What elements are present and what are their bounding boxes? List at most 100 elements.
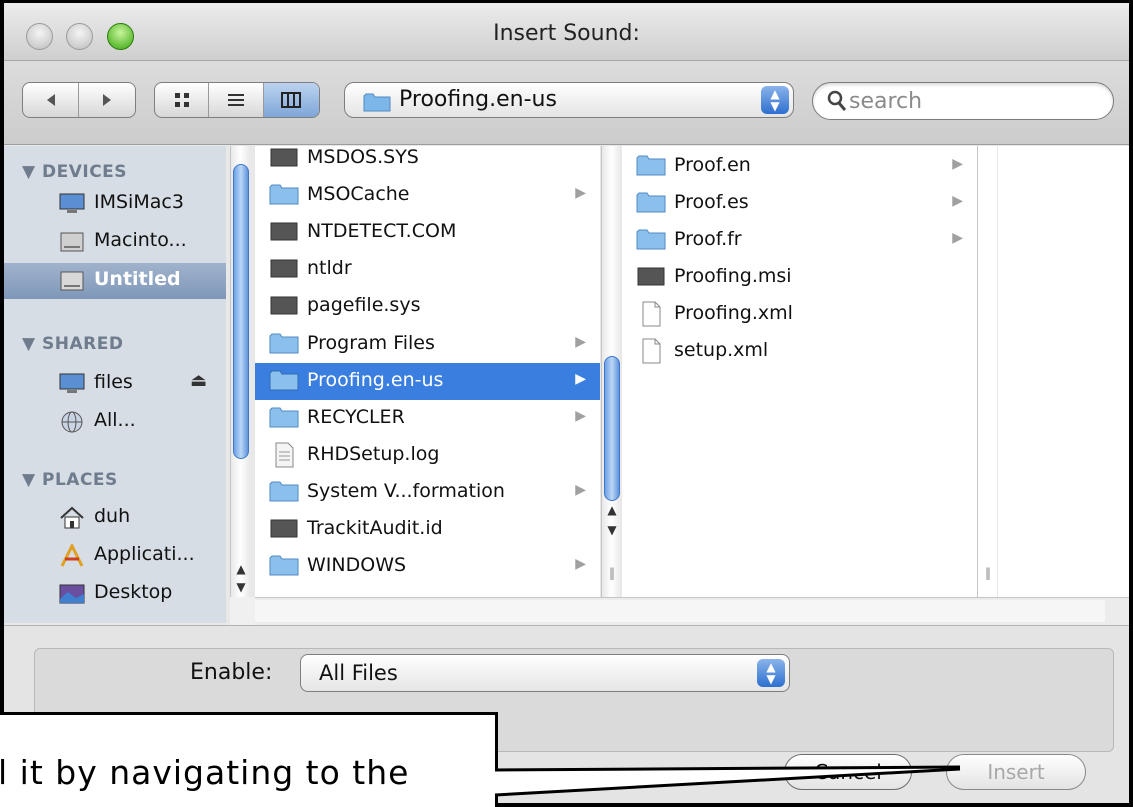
- file-name: Proofing.msi: [674, 265, 792, 287]
- network-globe-icon: [61, 411, 83, 433]
- sidebar-scrollbar[interactable]: ▲ ▼: [230, 146, 250, 597]
- column-2-scrollbar[interactable]: ‖: [977, 146, 997, 597]
- hard-drive-icon: [60, 271, 84, 291]
- file-name: RHDSetup.log: [307, 443, 440, 465]
- sidebar-item-label: Macinto...: [94, 229, 187, 251]
- file-row-recycler[interactable]: RECYCLER ▶: [255, 400, 600, 437]
- scroll-up-arrow-icon[interactable]: ▲: [231, 562, 251, 576]
- sidebar-item-label: Desktop: [94, 581, 173, 603]
- horizontal-scrollbar[interactable]: [255, 597, 1129, 625]
- disclosure-arrow-icon: ▶: [575, 482, 586, 498]
- disclosure-arrow-icon: ▶: [952, 193, 963, 209]
- search-input[interactable]: [849, 87, 1099, 115]
- scroll-down-arrow-icon[interactable]: ▼: [231, 580, 251, 594]
- browser-column-2: Proof.en ▶ Proof.es ▶ Proof.fr ▶ Proofin…: [622, 146, 977, 597]
- sidebar-scroll-thumb[interactable]: [233, 164, 249, 459]
- toolbar: Proofing.en-us ▲ ▼: [4, 61, 1129, 145]
- sidebar-item-applications[interactable]: Applicati...: [4, 538, 226, 574]
- enable-popup[interactable]: All Files ▲ ▼: [300, 654, 790, 692]
- sidebar-section-shared[interactable]: ▼ SHARED: [22, 334, 123, 354]
- file-row-system-volume[interactable]: System V...formation ▶: [255, 474, 600, 511]
- file-row-ntldr[interactable]: ntldr: [255, 251, 600, 288]
- sidebar-section-devices[interactable]: ▼ DEVICES: [22, 162, 127, 182]
- browser-column-1: MSDOS.SYS MSOCache ▶ NTDETECT.COM ntldr …: [255, 146, 600, 597]
- list-view-button[interactable]: [209, 83, 264, 117]
- back-button[interactable]: [23, 83, 80, 117]
- disclosure-arrow-icon: ▶: [575, 334, 586, 350]
- popup-arrows-icon: ▲ ▼: [757, 659, 785, 687]
- search-icon: [827, 90, 847, 111]
- file-row-windows[interactable]: WINDOWS ▶: [255, 548, 600, 585]
- sidebar-item-label: Applicati...: [94, 543, 195, 565]
- disclosure-arrow-icon: ▶: [575, 185, 586, 201]
- view-mode-control: [154, 82, 320, 118]
- forward-button[interactable]: [79, 83, 135, 117]
- file-row-msocache[interactable]: MSOCache ▶: [255, 177, 600, 214]
- sidebar-section-places[interactable]: ▼ PLACES: [22, 470, 118, 490]
- insert-button[interactable]: Insert: [946, 754, 1086, 790]
- hard-drive-icon: [60, 232, 84, 252]
- folder-icon: [636, 229, 666, 250]
- file-row-proofing-en-us[interactable]: Proofing.en-us ▶: [255, 363, 600, 400]
- sidebar-item-macintosh[interactable]: Macinto...: [4, 224, 226, 260]
- column-1-scroll-thumb[interactable]: [604, 356, 620, 501]
- sidebar-item-files[interactable]: files ⏏: [4, 366, 226, 402]
- file-row-pagefile[interactable]: pagefile.sys: [255, 288, 600, 325]
- file-name: Proof.fr: [674, 228, 742, 250]
- column-1-scrollbar[interactable]: ▲ ▼ ‖: [601, 146, 621, 597]
- file-row-ntdetect[interactable]: NTDETECT.COM: [255, 214, 600, 251]
- file-row-proofing-xml[interactable]: Proofing.xml: [622, 296, 977, 333]
- file-row-proof-es[interactable]: Proof.es ▶: [622, 185, 977, 222]
- column-resize-handle-icon[interactable]: ‖: [978, 566, 998, 580]
- file-row-proofing-msi[interactable]: Proofing.msi: [622, 259, 977, 296]
- document-icon: [642, 338, 661, 364]
- sidebar-item-label: Untitled: [94, 268, 181, 290]
- file-name: NTDETECT.COM: [307, 220, 457, 242]
- sidebar: ▼ DEVICES IMSiMac3 Macinto... Untitled ▼…: [4, 146, 226, 623]
- horizontal-scroll-track[interactable]: [255, 600, 1105, 622]
- document-icon: [275, 442, 294, 468]
- search-field[interactable]: [812, 82, 1114, 120]
- file-row-setup-xml[interactable]: setup.xml: [622, 333, 977, 370]
- document-icon: [642, 301, 661, 327]
- disclosure-arrow-icon: ▶: [575, 371, 586, 387]
- sidebar-item-label: duh: [94, 505, 131, 527]
- file-name: System V...formation: [307, 480, 505, 502]
- column-view-icon: [281, 92, 302, 108]
- folder-icon: [269, 333, 299, 354]
- system-file-icon: [270, 296, 298, 315]
- file-row-program-files[interactable]: Program Files ▶: [255, 326, 600, 363]
- system-file-icon: [270, 519, 298, 538]
- sidebar-item-all[interactable]: All...: [4, 404, 226, 440]
- file-row-proof-en[interactable]: Proof.en ▶: [622, 148, 977, 185]
- column-resize-handle-icon[interactable]: ‖: [602, 566, 622, 580]
- sidebar-item-imsimac3[interactable]: IMSiMac3: [4, 186, 226, 222]
- folder-icon: [269, 184, 299, 205]
- callout-text: l it by navigating to the: [0, 753, 410, 792]
- icon-view-button[interactable]: [155, 83, 210, 117]
- file-name: TrackitAudit.id: [307, 517, 443, 539]
- file-row-proof-fr[interactable]: Proof.fr ▶: [622, 222, 977, 259]
- title-bar: Insert Sound:: [4, 3, 1129, 61]
- cancel-button[interactable]: Cancel: [784, 754, 912, 790]
- desktop-icon: [59, 584, 85, 604]
- file-name: MSOCache: [307, 183, 410, 205]
- sidebar-item-desktop[interactable]: Desktop: [4, 576, 226, 612]
- location-popup[interactable]: Proofing.en-us ▲ ▼: [344, 82, 794, 118]
- sidebar-item-duh[interactable]: duh: [4, 500, 226, 536]
- folder-icon: [269, 407, 299, 428]
- file-row-rhdsetup[interactable]: RHDSetup.log: [255, 437, 600, 474]
- enable-label: Enable:: [190, 660, 273, 685]
- scroll-up-arrow-icon[interactable]: ▲: [602, 503, 622, 517]
- eject-icon[interactable]: ⏏: [190, 370, 207, 391]
- file-row-trackitaudit[interactable]: TrackitAudit.id: [255, 511, 600, 548]
- scroll-corner: [230, 597, 255, 625]
- folder-icon: [363, 93, 391, 112]
- file-row-msdos[interactable]: MSDOS.SYS: [255, 146, 600, 177]
- file-name: WINDOWS: [307, 554, 407, 576]
- scroll-down-arrow-icon[interactable]: ▼: [602, 523, 622, 537]
- sidebar-item-untitled[interactable]: Untitled: [4, 263, 226, 299]
- column-view-button[interactable]: [263, 83, 319, 117]
- file-name: Proofing.xml: [674, 302, 793, 324]
- forward-arrow-icon: [103, 94, 111, 106]
